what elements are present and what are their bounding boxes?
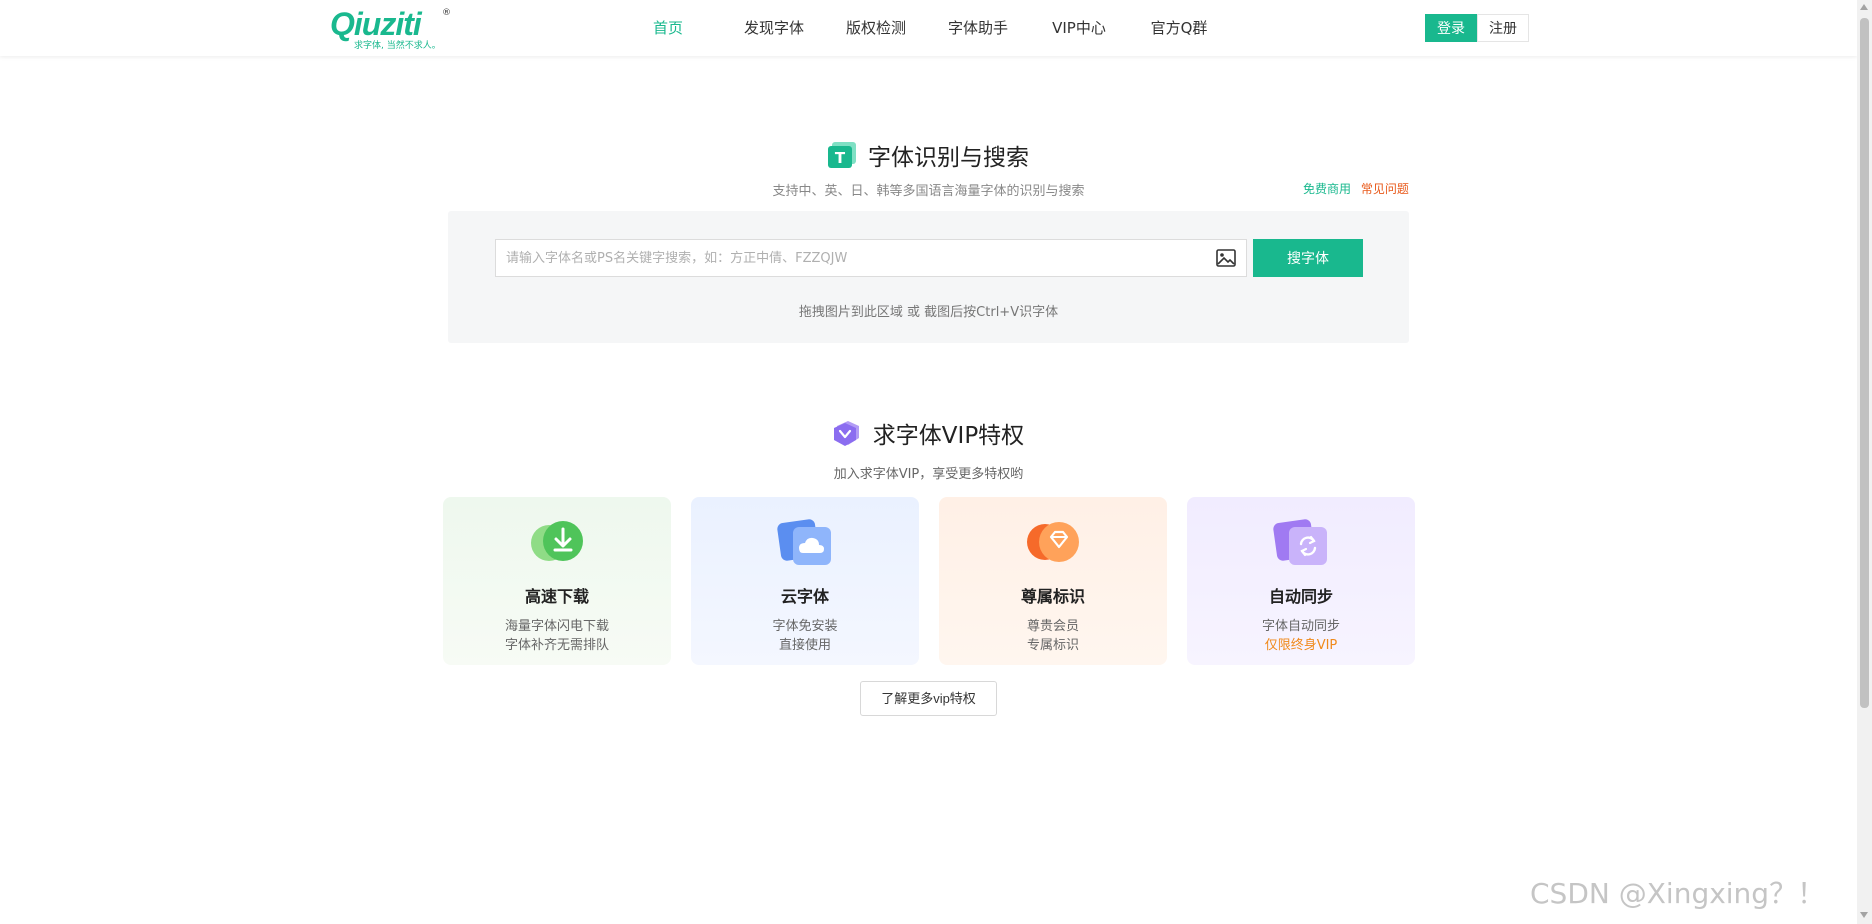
card-line-1: 尊贵会员 [1026,619,1079,634]
search-subtitle: 支持中、英、日、韩等多国语言海量字体的识别与搜索 [772,184,1085,199]
vip-privilege-cards: 高速下载 海量字体闪电下载 字体补齐无需排队 云字体 字体免安装 直接使用 尊属… [443,497,1415,665]
search-links: 免费商用 常见问题 [1303,180,1409,197]
svg-text:T: T [835,149,846,167]
card-line-2: 直接使用 [778,638,831,653]
card-line-1: 字体自动同步 [1261,619,1340,634]
card-title: 云字体 [780,587,829,606]
search-title-text: 字体识别与搜索 [868,145,1029,171]
search-input-wrapper [495,239,1247,277]
search-drop-area[interactable]: 搜字体 拖拽图片到此区域 或 截图后按Ctrl+V识字体 [448,211,1409,343]
font-t-icon: T [828,142,856,168]
scrollbar-thumb[interactable] [1860,18,1869,708]
learn-more-vip-button[interactable]: 了解更多vip特权 [860,681,997,716]
register-button[interactable]: 注册 [1477,14,1529,42]
top-header: Qiuziti ® 求字体, 当然不求人。 首页 发现字体 版权检测 字体助手 … [0,0,1857,56]
nav-item-vip-center[interactable]: VIP中心 [1050,0,1108,56]
vip-card-exclusive-badge[interactable]: 尊属标识 尊贵会员 专属标识 [939,497,1167,665]
search-font-button[interactable]: 搜字体 [1253,239,1363,277]
logo-tagline: 求字体, 当然不求人。 [354,41,441,51]
card-line-1: 海量字体闪电下载 [504,619,609,634]
qiuziti-logo[interactable]: Qiuziti ® 求字体, 当然不求人。 [330,6,454,51]
nav-item-copyright-check[interactable]: 版权检测 [844,0,908,56]
vip-card-fast-download[interactable]: 高速下载 海量字体闪电下载 字体补齐无需排队 [443,497,671,665]
vip-section-title: 求字体VIP特权 [0,416,1857,450]
scroll-down-arrow-icon[interactable] [1860,912,1868,918]
image-upload-icon[interactable] [1216,249,1236,267]
nav-item-home[interactable]: 首页 [636,0,700,56]
card-line-2: 仅限终身VIP [1264,638,1338,653]
vip-card-cloud-font[interactable]: 云字体 字体免安装 直接使用 [691,497,919,665]
login-button[interactable]: 登录 [1425,14,1477,42]
diamond-icon [1027,522,1079,562]
vip-card-auto-sync[interactable]: 自动同步 字体自动同步 仅限终身VIP [1187,497,1415,665]
vip-title-text: 求字体VIP特权 [872,423,1025,449]
watermark: CSDN @Xingxing？！ [1530,877,1826,910]
scroll-up-arrow-icon[interactable] [1860,4,1868,10]
free-commercial-link[interactable]: 免费商用 [1303,182,1351,196]
card-line-1: 字体免安装 [772,619,838,634]
cloud-icon [777,519,831,565]
nav-item-discover-fonts[interactable]: 发现字体 [742,0,806,56]
vip-diamond-icon [833,421,859,446]
card-title: 尊属标识 [1020,587,1085,606]
nav-item-font-assistant[interactable]: 字体助手 [946,0,1010,56]
vertical-scrollbar[interactable] [1857,0,1872,924]
nav-item-qq-group[interactable]: 官方Q群 [1148,0,1210,56]
drag-paste-hint: 拖拽图片到此区域 或 截图后按Ctrl+V识字体 [798,305,1059,320]
faq-link[interactable]: 常见问题 [1361,182,1409,196]
sync-icon [1273,519,1327,565]
download-icon [531,521,583,561]
search-input[interactable] [506,240,1206,276]
logo-registered-mark: ® [442,8,451,18]
card-line-2: 专属标识 [1026,638,1079,653]
vip-subtitle: 加入求字体VIP，享受更多特权哟 [833,467,1024,482]
card-title: 自动同步 [1268,587,1333,606]
main-nav: 首页 发现字体 版权检测 字体助手 VIP中心 官方Q群 [636,0,1210,56]
search-section-title: T 字体识别与搜索 [0,138,1857,172]
card-line-2: 字体补齐无需排队 [504,638,609,653]
card-title: 高速下载 [524,587,589,606]
